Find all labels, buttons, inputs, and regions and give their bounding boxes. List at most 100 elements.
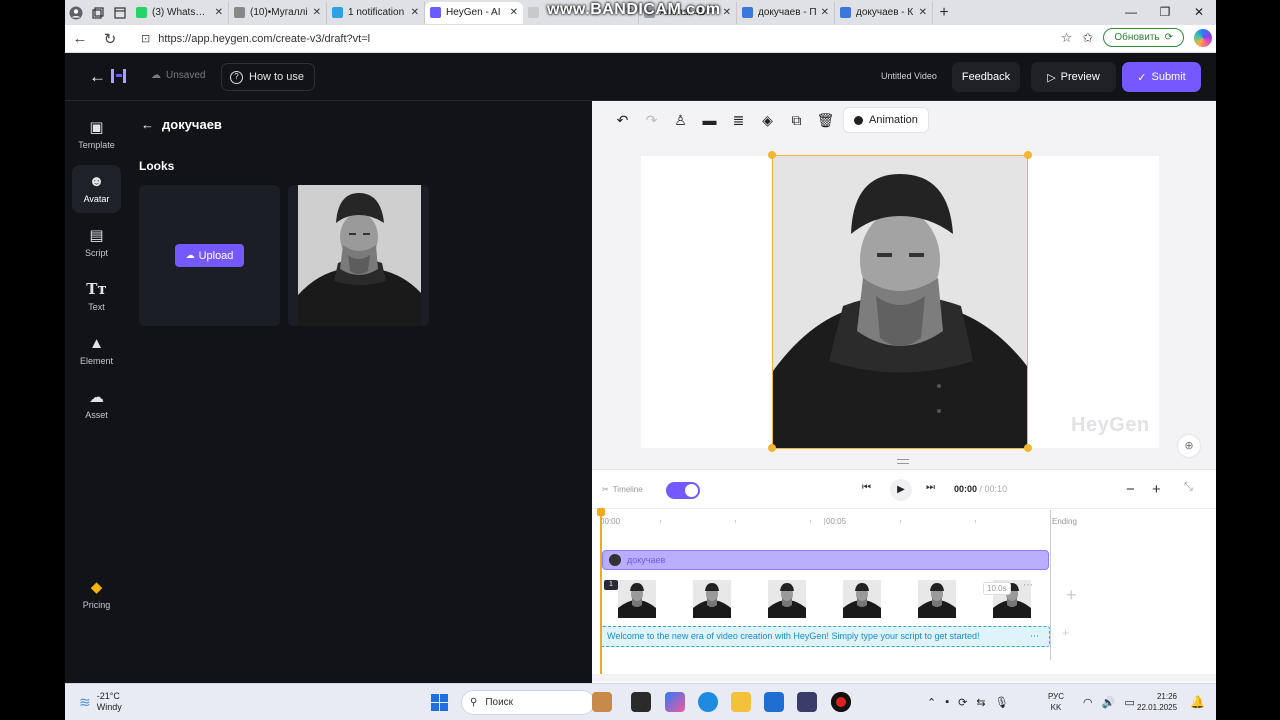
url-field[interactable]: ⊡ https://app.heygen.com/create-v3/draft… xyxy=(133,27,973,50)
maximize-icon[interactable]: ❐ xyxy=(1148,0,1182,25)
heygen-logo-icon[interactable] xyxy=(111,68,127,84)
redo-icon[interactable]: ↷ xyxy=(637,112,666,129)
tray-network-share-icon[interactable]: ⇆ xyxy=(976,696,985,709)
close-window-icon[interactable]: ✕ xyxy=(1182,0,1216,25)
language-indicator[interactable]: РУС KK xyxy=(1048,691,1064,713)
script-track[interactable]: Welcome to the new era of video creation… xyxy=(600,626,1050,647)
add-script-icon[interactable]: + xyxy=(1062,626,1069,640)
edge-icon[interactable] xyxy=(698,692,718,712)
close-icon[interactable]: ✕ xyxy=(215,7,223,18)
reload-icon[interactable]: ↻ xyxy=(95,30,125,48)
sidebar-item-avatar[interactable]: ☻ Avatar xyxy=(72,165,121,213)
profile-icon[interactable] xyxy=(65,2,87,24)
sidebar-item-pricing[interactable]: ◆ Pricing xyxy=(72,571,121,619)
scene-duration[interactable]: 10.0s xyxy=(983,582,1011,595)
upload-button[interactable]: ☁ Upload xyxy=(175,244,244,267)
heygen-app-icon[interactable] xyxy=(797,692,817,712)
browser-tab[interactable]: (10)•Мугаллі ✕ xyxy=(229,1,327,24)
close-icon[interactable]: ✕ xyxy=(625,7,633,18)
back-arrow-icon[interactable]: ← xyxy=(89,67,106,87)
skip-back-icon[interactable]: ⏮ xyxy=(862,482,871,493)
minimize-icon[interactable]: — xyxy=(1114,0,1148,25)
align-icon[interactable]: ≣ xyxy=(724,112,753,129)
browser-tab[interactable]: 1 notification ✕ xyxy=(327,1,425,24)
update-button[interactable]: Обновить ⟳ xyxy=(1103,28,1184,47)
video-title[interactable]: Untitled Video xyxy=(881,71,937,81)
dog-widget-icon[interactable] xyxy=(592,692,612,712)
back-arrow-icon[interactable]: ← xyxy=(141,117,154,132)
copilot-icon[interactable] xyxy=(1194,28,1212,47)
task-view-icon[interactable] xyxy=(631,692,651,712)
chevron-up-icon[interactable]: ⌃ xyxy=(927,696,936,709)
submit-button[interactable]: ✓ Submit xyxy=(1122,62,1201,92)
person-icon[interactable]: ♙ xyxy=(666,112,695,129)
back-arrow-icon[interactable]: ← xyxy=(65,30,95,47)
windows-start-icon[interactable] xyxy=(431,694,448,711)
expand-icon[interactable]: ⤡ xyxy=(1184,481,1193,494)
close-icon[interactable]: ✕ xyxy=(510,7,518,18)
browser-tab[interactable]: (3) WhatsApp ✕ xyxy=(131,1,229,24)
look-thumbnail[interactable] xyxy=(288,185,429,326)
close-icon[interactable]: ✕ xyxy=(411,7,419,18)
status-icons[interactable]: ◠ 🔊 ▭ xyxy=(1083,696,1135,709)
sidebar-item-template[interactable]: ▣ Template xyxy=(72,111,121,159)
browser-tab[interactable]: докучаев - К ✕ xyxy=(835,1,933,24)
trash-icon[interactable]: 🗑 xyxy=(811,112,840,129)
undo-icon[interactable]: ↶ xyxy=(608,112,637,129)
background-icon[interactable]: ▬ xyxy=(695,112,724,128)
video-stage[interactable]: HeyGen xyxy=(641,151,1159,452)
playhead[interactable] xyxy=(597,508,605,682)
browser-tab[interactable]: докучаев - П ✕ xyxy=(737,1,835,24)
site-info-icon[interactable]: ⊡ xyxy=(141,32,150,45)
browser-tab-active[interactable]: HeyGen - AI ✕ xyxy=(425,1,523,24)
favorites-icon[interactable]: ✩ xyxy=(1082,30,1093,46)
resize-handle[interactable] xyxy=(768,444,776,452)
store-icon[interactable] xyxy=(764,692,784,712)
bandicam-icon[interactable] xyxy=(831,692,851,712)
sidebar-item-asset[interactable]: ☁ Asset xyxy=(72,381,121,429)
skip-forward-icon[interactable]: ⏭ xyxy=(926,482,935,493)
file-explorer-icon[interactable] xyxy=(731,692,751,712)
favorite-star-icon[interactable]: ☆ xyxy=(1061,30,1073,46)
duplicate-icon[interactable]: ⧉ xyxy=(782,112,811,129)
workspaces-icon[interactable] xyxy=(87,2,109,24)
resize-handle[interactable] xyxy=(768,151,776,159)
zoom-out-icon[interactable]: − xyxy=(1126,481,1135,498)
more-options-icon[interactable]: ⋯ xyxy=(1023,580,1033,591)
sidebar-item-script[interactable]: ▤ Script xyxy=(72,219,121,267)
avatar-photo[interactable] xyxy=(773,156,1027,448)
preview-button[interactable]: ▷ Preview xyxy=(1031,62,1116,92)
resize-splitter[interactable] xyxy=(897,459,909,464)
feedback-button[interactable]: Feedback xyxy=(952,62,1020,92)
weather-widget[interactable]: ≋ -21°C Windy xyxy=(79,691,122,713)
animation-button[interactable]: Animation xyxy=(844,108,928,132)
microphone-icon[interactable]: 🎙 xyxy=(995,696,1009,709)
resize-handle[interactable] xyxy=(1024,151,1032,159)
zoom-in-icon[interactable]: + xyxy=(1152,481,1161,498)
tray-app-icon[interactable]: ▪ xyxy=(945,696,949,709)
close-icon[interactable]: ✕ xyxy=(919,7,927,18)
close-icon[interactable]: ✕ xyxy=(821,7,829,18)
add-scene-icon[interactable]: + xyxy=(1066,585,1077,606)
scene-track[interactable]: 1 10.0s ⋯ xyxy=(600,576,1050,622)
avatar-track[interactable]: докучаев xyxy=(602,550,1049,570)
tab-actions-icon[interactable] xyxy=(109,2,131,24)
close-icon[interactable]: ✕ xyxy=(723,7,731,18)
how-to-use-button[interactable]: ? How to use xyxy=(221,63,316,91)
sidebar-item-text[interactable]: Tт Text xyxy=(72,273,121,321)
copilot-app-icon[interactable] xyxy=(665,692,685,712)
browser-tab[interactable]: Animal 4D+ ✕ xyxy=(639,1,737,24)
more-options-icon[interactable]: ⋯ xyxy=(1030,627,1039,645)
taskbar-search[interactable]: ⚲ Поиск xyxy=(461,690,595,715)
clock[interactable]: 21:26 22.01.2025 xyxy=(1137,691,1177,713)
new-tab-button[interactable]: + xyxy=(933,4,955,22)
notification-bell-icon[interactable]: 🔔 xyxy=(1190,695,1205,709)
timeline-toggle[interactable] xyxy=(666,482,700,499)
close-icon[interactable]: ✕ xyxy=(313,7,321,18)
tray-sync-icon[interactable]: ⟳ xyxy=(958,696,967,709)
zoom-fit-icon[interactable]: ⊕ xyxy=(1178,435,1200,457)
play-button[interactable]: ▶ xyxy=(890,479,912,501)
timeline-scrollbar[interactable] xyxy=(592,674,1216,682)
resize-handle[interactable] xyxy=(1024,444,1032,452)
browser-tab[interactable]: ✕ xyxy=(523,1,639,24)
